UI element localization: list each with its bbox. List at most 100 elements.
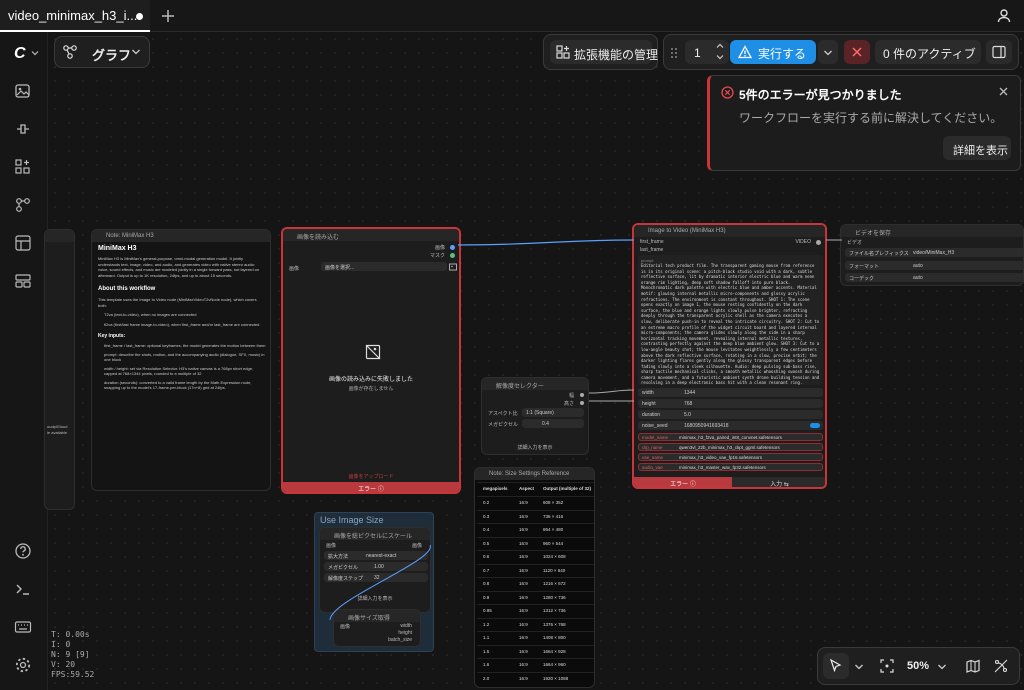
toast-close-icon[interactable] [998, 86, 1009, 97]
graph-icon [62, 44, 78, 60]
zoom-level[interactable]: 50% [907, 660, 929, 672]
use-image-size-group[interactable]: Use Image Size 画像を総ピクセルにスケール 画像 画像 拡大方法 n… [314, 512, 434, 652]
tool-chevron-icon[interactable] [854, 662, 864, 672]
scale-image-node[interactable]: 画像を総ピクセルにスケール 画像 画像 拡大方法 nearest-exact メガ… [319, 527, 431, 613]
offscreen-node[interactable]: uudplGloud le available [44, 229, 75, 510]
sidebar-assets-icon[interactable] [14, 82, 34, 102]
save-video-node[interactable]: ビデオを保存 ビデオ ファイル名プレフィックス video/MiniMax_H3 … [840, 224, 1024, 286]
table-cell: 1920 × 1088 [543, 675, 569, 681]
group-title: Use Image Size [320, 515, 384, 525]
table-cell: 0.7 [483, 567, 490, 573]
offscreen-node-header [45, 230, 74, 242]
graph-label: グラフ [92, 48, 132, 63]
app-logo-icon[interactable]: C [14, 45, 26, 63]
table-cell: 864 × 480 [543, 527, 564, 532]
upscale-method-select[interactable]: 拡大方法 nearest-exact [324, 551, 428, 560]
table-cell: 16:9 [519, 608, 528, 613]
sidebar-workflows-icon[interactable] [14, 196, 34, 216]
duration-input[interactable]: duration 5.0 [638, 410, 823, 419]
keyboard-icon[interactable] [14, 618, 34, 638]
hide-links-icon[interactable] [994, 659, 1008, 673]
table-cell: 0.95 [483, 608, 492, 613]
workflow-tab[interactable]: video_minimax_h3_i... [0, 0, 150, 32]
scale-advanced-toggle[interactable]: 詳細入力を表示 [320, 595, 430, 602]
table-cell: 1312 × 736 [543, 608, 566, 613]
minimap-icon[interactable] [966, 659, 980, 673]
width-input[interactable]: width 1344 [638, 388, 823, 397]
height-input[interactable]: height 768 [638, 399, 823, 408]
note-node-body: MiniMax H3 MiniMax H3 is MiniMax's gener… [98, 245, 266, 391]
seed-toggle[interactable] [810, 423, 820, 428]
sidebar-nodes-icon[interactable] [14, 120, 34, 140]
model-name-select[interactable]: model_name minimax_h3_f2va_paired_int8_co… [638, 433, 823, 441]
table-row: 1.1 16:9 1408 × 800 [477, 631, 594, 643]
megapixel-input[interactable]: 0.4 [522, 419, 584, 428]
upload-image-icon[interactable] [449, 263, 457, 271]
new-tab-plus-icon[interactable] [160, 8, 176, 24]
get-image-size-node[interactable]: 画像サイズ取得 画像 width height batch_size [333, 609, 421, 647]
i2v-out-video-socket[interactable] [816, 240, 821, 245]
codec-select[interactable]: コーデック auto [845, 273, 1023, 282]
note-node[interactable]: Note: MiniMax H3 MiniMax H3 MiniMax H3 i… [91, 229, 271, 491]
table-row: 0.4 16:9 864 × 480 [477, 523, 594, 535]
load-fail-sub: 画像が存在しません [348, 386, 394, 392]
table-cell: 1.6 [483, 662, 490, 667]
load-out-image-socket[interactable] [450, 245, 455, 250]
res-out-width-socket[interactable] [580, 393, 584, 397]
note-about-heading: About this workflow [98, 286, 156, 292]
zoom-chevron-icon[interactable] [937, 662, 947, 672]
resolution-step-input[interactable]: 解像度ステップ 32 [324, 573, 428, 582]
sidebar-apps-icon[interactable] [14, 272, 34, 292]
res-advanced-toggle[interactable]: 詳細入力を表示 [482, 444, 588, 451]
help-icon[interactable] [14, 542, 34, 562]
vae-name-select[interactable]: vae_name minimax_h3_video_vae_fp16.safete… [638, 453, 823, 461]
filename-prefix-input[interactable]: ファイル名プレフィックス video/MiniMax_H3 [845, 248, 1023, 257]
load-image-select[interactable]: 画像を選択... [321, 262, 447, 271]
table-cell: 16:9 [519, 662, 528, 667]
i2v-input-footer[interactable]: 入力 ⇆ [732, 477, 825, 487]
clip-name-select[interactable]: clip_name qwen3vl_22b_minimax_h3_ckpt_ggm… [638, 443, 823, 451]
note-key-2: prompt: describe the shots, motion, and … [104, 351, 265, 363]
res-out-height-socket[interactable] [580, 401, 584, 405]
upload-image-link[interactable]: 画像をアップロード [283, 473, 459, 480]
res-out-height: 高さ [563, 401, 574, 407]
resolution-selector-node[interactable]: 解像度セレクター 幅 高さ アスペクト比 1:1 (Square) メガピクセル… [481, 377, 589, 455]
audio-vae-select[interactable]: audio_vae minimax_h3_master_wav_fp32.safe… [638, 463, 823, 471]
offscreen-node-text: uudplGloud [47, 424, 68, 429]
table-cell: 16:9 [519, 500, 528, 505]
show-details-button[interactable]: 詳細を表示 [943, 136, 1011, 160]
note-bullet-2: fl2va (first/last frame image-to-video),… [104, 321, 260, 327]
aspect-select[interactable]: 1:1 (Square) [522, 408, 584, 417]
load-image-node[interactable]: 画像を読み込む 画像 マスク 画像 画像を選択... 画像の読み込みに失敗しまし… [281, 227, 461, 494]
sidebar-models-icon[interactable] [14, 158, 34, 178]
load-out-mask-socket[interactable] [450, 253, 455, 258]
note-key-1: first_frame / last_frame: optional keyfr… [104, 343, 266, 348]
table-row: 0.95 16:9 1312 × 736 [477, 604, 594, 616]
size-reference-note[interactable]: Note: Size Settings Reference megapixels… [474, 467, 595, 688]
load-error-footer[interactable]: エラー ⓘ [283, 482, 459, 492]
noise-seed-input[interactable]: noise_seed 1680950941693418 [638, 421, 823, 430]
table-cell: 1280 × 736 [543, 594, 566, 600]
extensions-icon [556, 45, 570, 59]
tab-title: video_minimax_h3_i... [8, 8, 138, 23]
logo-menu-chevron-icon[interactable] [31, 49, 39, 57]
table-cell: 16:9 [519, 675, 528, 681]
drag-handle-icon[interactable] [670, 46, 678, 60]
table-cell: 16:9 [519, 540, 528, 546]
stat-time: T: 0.00s [51, 630, 90, 639]
queue-down-chevron-icon[interactable] [716, 53, 724, 61]
terminal-icon[interactable] [14, 580, 34, 600]
user-icon[interactable] [996, 8, 1012, 24]
settings-gear-icon[interactable] [14, 656, 34, 676]
format-select[interactable]: フォーマット auto [845, 261, 1023, 270]
scale-megapixel-input[interactable]: メガピクセル 1.00 [324, 562, 428, 571]
note-key-4: duration (seconds): converted to a valid… [104, 379, 252, 391]
table-cell: 0.5 [483, 540, 490, 546]
queue-up-chevron-icon[interactable] [716, 42, 724, 50]
prompt-textarea[interactable]: prompt Editorial tech product film. The … [638, 255, 823, 385]
i2v-error-footer[interactable]: エラー ⓘ [634, 477, 732, 487]
sidebar-templates-icon[interactable] [14, 234, 34, 254]
fit-view-icon[interactable] [880, 659, 894, 673]
image-to-video-node[interactable]: Image to Video (MiniMax H3) first_frame … [632, 223, 827, 489]
table-cell: 16:9 [519, 513, 528, 519]
